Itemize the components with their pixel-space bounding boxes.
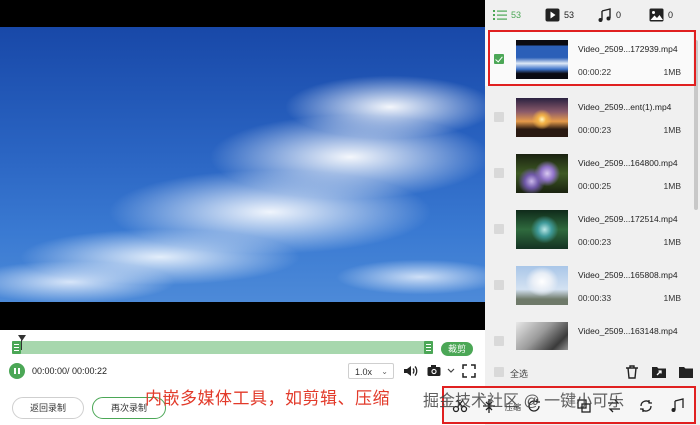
select-all-checkbox[interactable]	[494, 367, 504, 377]
tab-video[interactable]: 53	[545, 6, 574, 24]
panel-footer: 全选	[485, 358, 700, 388]
list-icon	[493, 10, 507, 20]
back-to-record-button[interactable]: 返回录制	[12, 397, 84, 419]
replace-audio-icon[interactable]	[638, 398, 654, 414]
tab-all[interactable]: 53	[493, 6, 521, 24]
playback-controls: 00:00:00/ 00:00:22 1.0x ⌄	[0, 360, 485, 385]
file-duration: 00:00:23	[578, 125, 612, 135]
file-duration: 00:00:23	[578, 237, 612, 247]
chevron-down-icon[interactable]	[442, 362, 460, 380]
video-thumbnail	[516, 98, 568, 137]
music-note-icon	[598, 7, 611, 22]
tab-image[interactable]: 0	[649, 6, 673, 24]
crop-button[interactable]: 裁剪	[441, 342, 473, 356]
watermark: 掘金技术社区 @ 一键小可乐	[423, 393, 625, 410]
file-size: 1MB	[663, 293, 681, 303]
item-checkbox[interactable]	[494, 336, 504, 346]
video-thumbnail	[516, 210, 568, 249]
chevron-down-icon: ⌄	[381, 367, 388, 376]
playhead[interactable]	[18, 335, 26, 341]
file-duration: 00:00:25	[578, 181, 612, 191]
trim-start-handle[interactable]	[12, 341, 21, 354]
image-icon	[649, 8, 664, 22]
speed-value: 1.0x	[355, 367, 373, 377]
item-checkbox[interactable]	[494, 168, 504, 178]
video-thumbnail	[516, 266, 568, 305]
speed-select[interactable]: 1.0x ⌄	[348, 363, 394, 379]
list-item[interactable]: Video_2509...172514.mp4 00:00:23 1MB	[485, 200, 693, 256]
list-item[interactable]: Video_2509...ent(1).mp4 00:00:23 1MB	[485, 88, 693, 144]
file-size: 1MB	[663, 125, 681, 135]
trash-icon[interactable]	[623, 363, 641, 381]
file-duration: 00:00:33	[578, 293, 612, 303]
list-item[interactable]: Video_2509...163148.mp4	[485, 312, 693, 350]
time-readout: 00:00:00/ 00:00:22	[32, 366, 108, 376]
timeline-track[interactable]	[12, 341, 433, 354]
file-name: Video_2509...164800.mp4	[578, 158, 678, 168]
list-item[interactable]: Video_2509...165808.mp4 00:00:33 1MB	[485, 256, 693, 312]
item-checkbox[interactable]	[494, 280, 504, 290]
list-item[interactable]: Video_2509...164800.mp4 00:00:25 1MB	[485, 144, 693, 200]
file-size: 1MB	[663, 181, 681, 191]
file-name: Video_2509...172514.mp4	[578, 214, 678, 224]
tab-image-count: 0	[668, 10, 674, 20]
fullscreen-icon[interactable]	[460, 362, 478, 380]
file-size: 1MB	[663, 237, 681, 247]
tab-video-count: 53	[564, 10, 575, 20]
tab-audio-count: 0	[616, 10, 622, 20]
annotation-caption: 内嵌多媒体工具，如剪辑、压缩	[145, 389, 390, 408]
file-name: Video_2509...163148.mp4	[578, 326, 678, 336]
folder-icon[interactable]	[677, 363, 695, 381]
video-player[interactable]	[0, 0, 485, 330]
tab-audio[interactable]: 0	[598, 6, 621, 24]
media-tabs: 53 53 0 0	[485, 0, 700, 30]
pause-button[interactable]	[9, 363, 25, 379]
select-all-label[interactable]: 全选	[510, 367, 528, 380]
timeline: 裁剪	[0, 330, 485, 360]
add-music-icon[interactable]	[669, 398, 685, 414]
playhead-line	[21, 340, 22, 350]
file-name: Video_2509...ent(1).mp4	[578, 102, 672, 112]
video-play-icon	[545, 8, 560, 22]
video-thumbnail	[516, 154, 568, 193]
trim-end-handle[interactable]	[424, 341, 433, 354]
video-frame	[0, 27, 485, 302]
tab-all-count: 53	[511, 10, 522, 20]
file-name: Video_2509...165808.mp4	[578, 270, 678, 280]
item-checkbox[interactable]	[494, 112, 504, 122]
volume-icon[interactable]	[402, 362, 420, 380]
selected-item-highlight	[488, 30, 696, 86]
video-thumbnail	[516, 322, 568, 350]
export-folder-icon[interactable]	[650, 363, 668, 381]
item-checkbox[interactable]	[494, 224, 504, 234]
